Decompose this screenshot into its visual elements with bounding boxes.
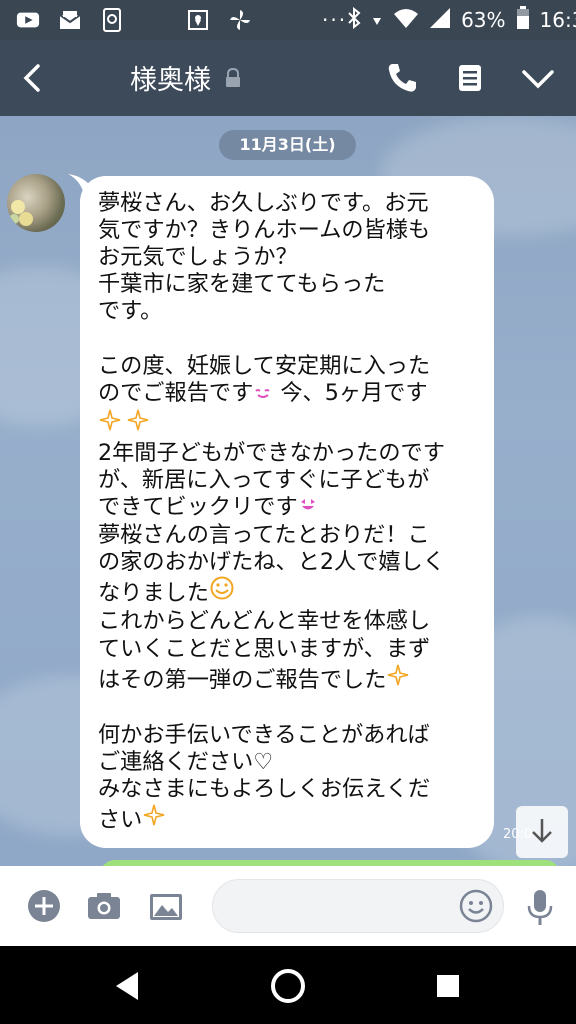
camera-icon[interactable] — [86, 888, 122, 924]
status-bar: ··· 63% 16:30 — [0, 0, 576, 40]
input-bar — [0, 866, 576, 946]
arrow-down-icon — [527, 815, 557, 849]
chat-area[interactable]: 11月3日(土) 夢桜さん、お久しぶりです。お元 気ですか？きりんホームの皆様も… — [0, 116, 576, 866]
sparkle-icon — [98, 409, 152, 437]
smile-emoji-icon — [253, 384, 273, 405]
phone-icon[interactable] — [384, 60, 420, 96]
scroll-down-button[interactable] — [516, 806, 568, 858]
grin-emoji-icon — [298, 498, 318, 519]
mic-icon[interactable] — [522, 888, 558, 925]
signal-icon — [429, 7, 451, 34]
more-notifications: ··· — [322, 8, 348, 32]
recents-icon[interactable] — [428, 966, 468, 1006]
pinwheel-icon — [228, 8, 252, 32]
home-icon[interactable] — [268, 966, 308, 1006]
notes-icon[interactable] — [452, 60, 488, 96]
sparkle-icon — [386, 664, 412, 692]
smiley-icon[interactable] — [458, 888, 494, 924]
image-icon[interactable] — [148, 888, 184, 924]
sparkle-icon — [142, 804, 168, 832]
navigation-bar — [0, 946, 576, 1024]
avatar[interactable] — [7, 174, 65, 232]
back-icon[interactable] — [18, 62, 50, 94]
add-icon[interactable] — [26, 888, 62, 924]
chat-title: 様奥様 — [130, 65, 211, 96]
back-triangle-icon[interactable] — [108, 966, 148, 1006]
wifi-icon — [393, 7, 419, 34]
battery-icon — [516, 5, 530, 35]
lock-icon — [225, 67, 241, 88]
chat-header: 様奥様 — [0, 40, 576, 116]
clock: 16:30 — [539, 8, 576, 32]
chevron-down-icon[interactable] — [520, 60, 556, 96]
youtube-icon — [16, 8, 40, 32]
app-icon — [100, 8, 124, 32]
mail-icon — [58, 8, 82, 32]
location-icon — [186, 8, 210, 32]
smiley-face-icon — [209, 576, 235, 605]
battery-percent: 63% — [461, 8, 506, 32]
message-text: 夢桜さん、お久しぶりです。お元 気ですか？きりんホームの皆様も お元気でしょうか… — [98, 190, 445, 834]
date-separator: 11月3日(土) — [219, 130, 356, 160]
bluetooth-icon — [347, 6, 361, 34]
message-bubble[interactable]: 夢桜さん、お久しぶりです。お元 気ですか？きりんホームの皆様も お元気でしょうか… — [80, 176, 494, 848]
vibrate-icon — [371, 8, 383, 32]
